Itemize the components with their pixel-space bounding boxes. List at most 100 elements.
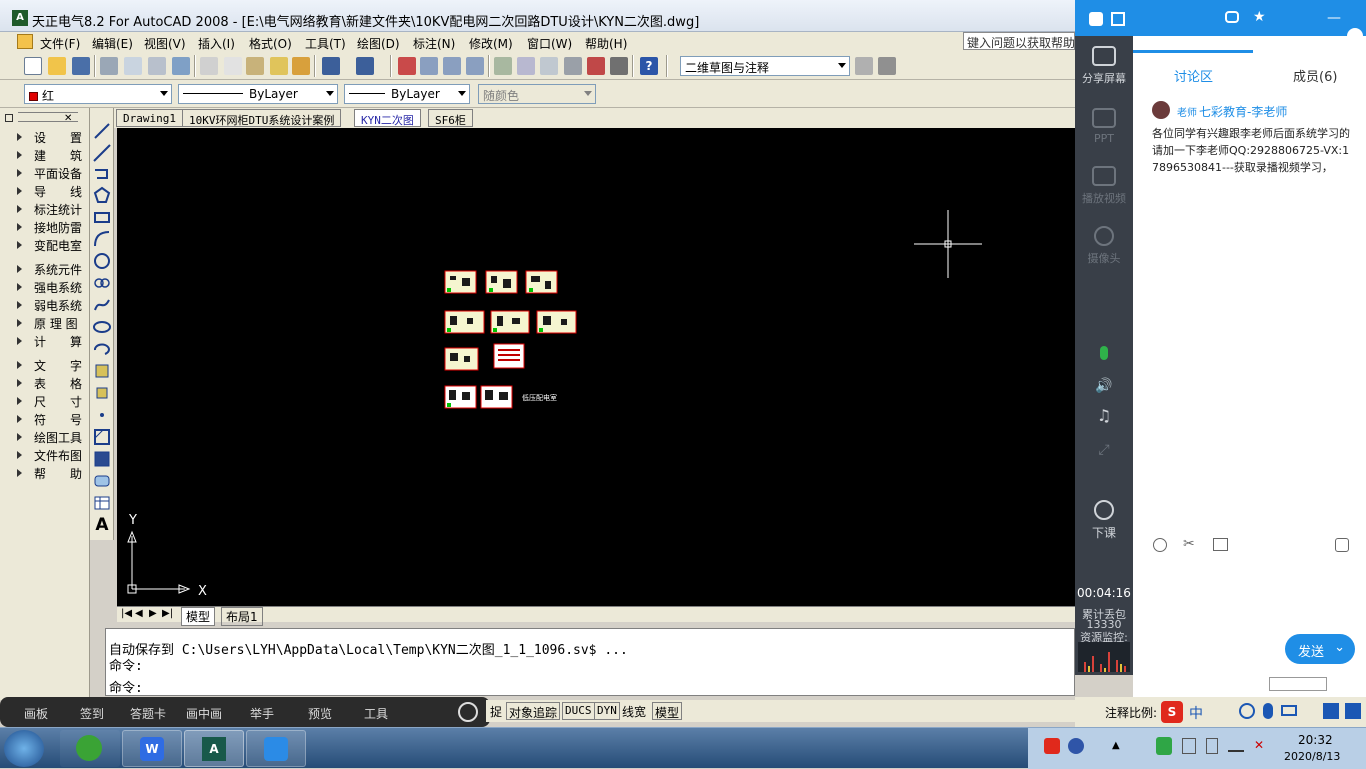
sogou-ime-icon[interactable]: S [1161,701,1183,723]
print-icon[interactable] [100,57,118,75]
menu-view[interactable]: 视图(V) [144,35,186,52]
lp-grounding[interactable]: 接地防雷 [17,218,86,236]
help-icon[interactable]: ? [640,57,658,75]
zoom-window-icon[interactable] [443,57,461,75]
status-dyn[interactable]: DYN [594,702,620,720]
rectangle-icon[interactable] [93,208,111,226]
power-icon[interactable] [458,702,478,722]
zoom-realtime-icon[interactable] [420,57,438,75]
match-properties-icon[interactable] [270,57,288,75]
tool-palettes-icon[interactable] [540,57,558,75]
properties-icon[interactable] [494,57,512,75]
ellipse-arc-icon[interactable] [93,340,111,358]
clock-date[interactable]: 2020/8/13 [1284,750,1340,763]
workspace-select[interactable]: 二维草图与注释 [680,56,850,76]
plotstyle-select[interactable]: 随颜色 [478,84,596,104]
table-icon[interactable] [93,494,111,512]
whiteboard-button[interactable]: 画板 [24,705,48,722]
arc-icon[interactable] [93,230,111,248]
block-editor-icon[interactable] [292,57,310,75]
menu-edit[interactable]: 编辑(E) [92,35,133,52]
help-tray-icon[interactable] [1068,738,1084,754]
lp-weak-current[interactable]: 弱电系统 [17,296,86,314]
lp-wire[interactable]: 导 线 [17,182,86,200]
region-icon[interactable] [93,472,111,490]
answer-card-button[interactable]: 答题卡 [130,705,166,722]
emoji-icon[interactable] [1153,538,1167,552]
plot-icon[interactable] [172,57,190,75]
play-video-button[interactable]: 播放视频 [1075,166,1133,206]
polygon-icon[interactable] [93,186,111,204]
tab-members[interactable]: 成员(6) [1293,66,1337,85]
camera-button[interactable]: 摄像头 [1075,226,1133,266]
toolbox-icon[interactable] [1345,703,1361,719]
gradient-icon[interactable] [93,450,111,468]
status-ducs[interactable]: DUCS [562,702,595,720]
volume-muted-icon[interactable]: ✕ [1254,738,1270,754]
menu-help[interactable]: 帮助(H) [585,35,627,52]
drawing-canvas[interactable]: 低压配电室 Y X [117,128,1075,606]
markup-icon[interactable] [587,57,605,75]
lp-drawing-tools[interactable]: 绘图工具 [17,428,86,446]
export-icon[interactable] [1111,12,1125,26]
taskbar-app-live[interactable] [246,730,306,767]
status-model[interactable]: 模型 [652,702,683,720]
menu-format[interactable]: 格式(O) [249,35,292,52]
status-otrack[interactable]: 对象追踪 [506,702,561,720]
close-icon[interactable]: ✕ [64,114,74,124]
help-search-input[interactable]: 键入问题以获取帮助 [963,32,1075,50]
revision-cloud-icon[interactable] [93,274,111,292]
tools-button[interactable]: 工具 [364,705,388,722]
sign-in-button[interactable]: 签到 [80,705,104,722]
chat-icon[interactable] [1225,11,1239,23]
command-prompt[interactable]: 命令: [109,677,143,695]
lp-strong-current[interactable]: 强电系统 [17,278,86,296]
cut-icon[interactable] [200,57,218,75]
preview-button[interactable]: 预览 [308,705,332,722]
redo-icon[interactable] [356,57,374,75]
zoom-previous-icon[interactable] [466,57,484,75]
panel-toggle-icon[interactable] [5,114,13,122]
multiline-text-icon[interactable]: A [93,516,111,534]
pan-icon[interactable] [398,57,416,75]
sheet-set-icon[interactable] [564,57,582,75]
lp-substation[interactable]: 变配电室 [17,236,86,254]
publish-icon[interactable] [148,57,166,75]
image-icon[interactable] [1213,538,1228,551]
lp-schematic[interactable]: 原 理 图 [17,314,86,332]
workspace-save-icon[interactable] [878,57,896,75]
emoji-icon[interactable] [1239,703,1255,719]
status-snap[interactable]: 捉 [488,702,505,720]
picture-in-picture-button[interactable]: 画中画 [186,705,222,722]
signal-icon[interactable] [1228,740,1244,752]
tab-nav-next-icon[interactable]: ▶ [149,608,157,619]
line-icon[interactable] [93,122,111,140]
menu-modify[interactable]: 修改(M) [469,35,513,52]
menu-file[interactable]: 文件(F) [40,35,80,52]
color-select[interactable]: 红 [24,84,172,104]
tab-nav-last-icon[interactable]: ▶| [162,608,173,619]
taskbar-app-autocad[interactable]: A [184,730,244,767]
tab-nav-first-icon[interactable]: |◀ [121,608,132,619]
share-screen-button[interactable]: 分享屏幕 [1075,46,1133,86]
lp-annotation-stats[interactable]: 标注统计 [17,200,86,218]
point-icon[interactable] [93,406,111,424]
lp-dimension[interactable]: 尺 寸 [17,392,86,410]
ppt-button[interactable]: PPT [1075,108,1133,145]
paste-icon[interactable] [246,57,264,75]
tab-discussion[interactable]: 讨论区 [1174,66,1213,85]
clock-time[interactable]: 20:32 [1298,733,1333,747]
tab-nav-prev-icon[interactable]: ◀ [135,608,143,619]
open-icon[interactable] [48,57,66,75]
undo-icon[interactable] [322,57,340,75]
start-button[interactable] [4,730,44,767]
linetype-select[interactable]: ByLayer [178,84,338,104]
menu-draw[interactable]: 绘图(D) [357,35,400,52]
raise-hand-button[interactable]: 举手 [250,705,274,722]
lp-calculation[interactable]: 计 算 [17,332,86,350]
lp-help[interactable]: 帮 助 [17,464,86,482]
security-icon[interactable] [1156,737,1172,755]
pin-icon[interactable]: ★ [1253,9,1266,25]
tray-expand-icon[interactable]: ▲ [1112,740,1120,751]
ellipse-icon[interactable] [93,318,111,336]
